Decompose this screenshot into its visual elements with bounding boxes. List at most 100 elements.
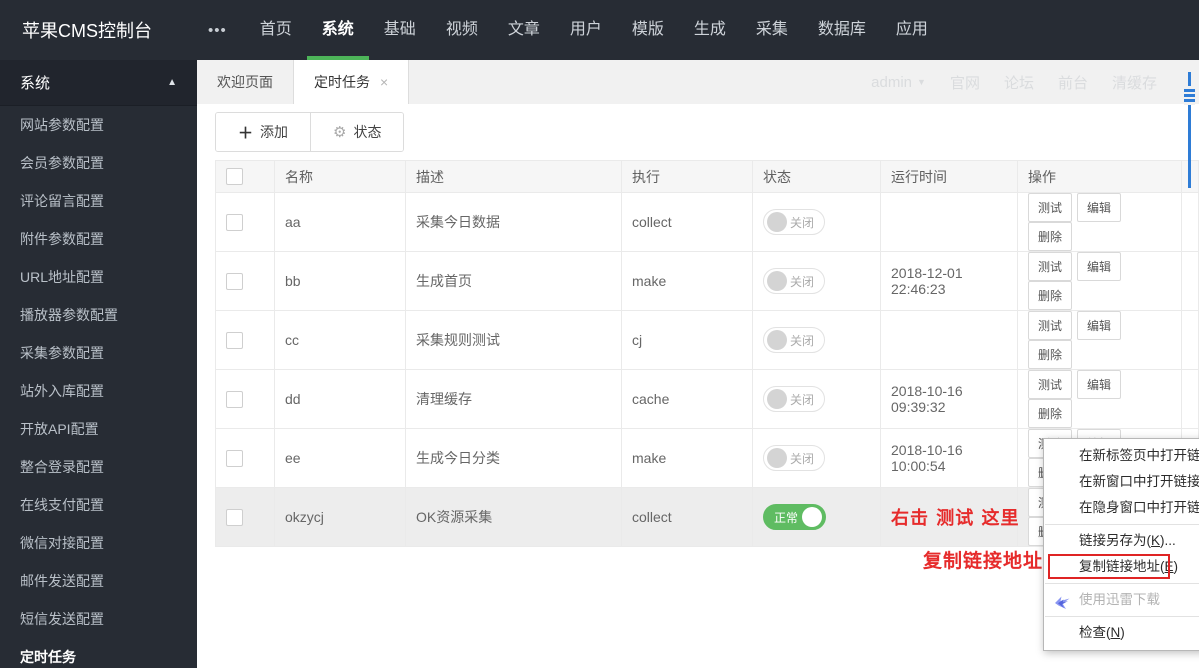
link-official-site[interactable]: 官网 xyxy=(950,72,980,93)
sidebar-section-system[interactable]: 系统 ▲ xyxy=(0,60,197,106)
status-toggle[interactable]: 关闭 xyxy=(763,386,826,412)
sidebar-section-label: 系统 xyxy=(20,75,51,92)
top-nav-item[interactable]: 采集 xyxy=(741,0,803,60)
row-checkbox[interactable] xyxy=(226,449,243,467)
add-button[interactable]: ＋ 添加 xyxy=(216,113,311,151)
menu-open-link-incognito[interactable]: 在隐身窗口中打开链接( xyxy=(1044,495,1199,521)
header-checkbox-cell xyxy=(215,160,275,193)
scrollbar-grip[interactable] xyxy=(1184,86,1195,105)
user-dropdown[interactable]: admin ▼ xyxy=(871,74,926,91)
table-row: cc 采集规则测试 cj 关闭 测试 编辑删除 xyxy=(215,310,1199,370)
column-header: 操作 xyxy=(1017,160,1182,193)
menu-thunder-download[interactable]: 使用迅雷下载 xyxy=(1044,587,1199,613)
tab-timed-tasks[interactable]: 定时任务 × xyxy=(294,60,410,104)
cell-runtime xyxy=(880,192,1018,252)
sidebar-item[interactable]: 站外入库配置 xyxy=(0,372,197,410)
link-forum[interactable]: 论坛 xyxy=(1004,72,1034,93)
sidebar-item[interactable]: 附件参数配置 xyxy=(0,220,197,258)
tab-welcome[interactable]: 欢迎页面 xyxy=(197,60,294,104)
scrollbar[interactable] xyxy=(1184,72,1195,188)
user-bar: admin ▼ 官网 论坛 前台 清缓存 xyxy=(871,60,1157,104)
delete-button[interactable]: 删除 xyxy=(1028,281,1073,310)
sidebar-item[interactable]: 开放API配置 xyxy=(0,410,197,448)
menu-open-link-new-window[interactable]: 在新窗口中打开链接(W xyxy=(1044,469,1199,495)
status-toggle[interactable]: 关闭 xyxy=(763,209,826,235)
status-toggle[interactable]: 关闭 xyxy=(763,445,826,471)
annotation-copy-link-hint: 复制链接地址 xyxy=(923,550,1044,572)
status-toggle[interactable]: 正常 xyxy=(763,504,827,530)
more-menu-icon[interactable]: ••• xyxy=(208,22,227,39)
top-nav-item[interactable]: 数据库 xyxy=(803,0,881,60)
top-nav-item[interactable]: 系统 xyxy=(306,0,369,60)
menu-inspect[interactable]: 检查(N) xyxy=(1044,620,1199,646)
top-nav-item[interactable]: 模版 xyxy=(617,0,679,60)
sidebar-item[interactable]: 播放器参数配置 xyxy=(0,296,197,334)
status-label: 关闭 xyxy=(790,215,815,230)
sidebar-item[interactable]: 网站参数配置 xyxy=(0,106,197,144)
user-links: 官网 论坛 前台 清缓存 xyxy=(950,72,1157,93)
cell-status: 关闭 xyxy=(752,192,881,252)
row-checkbox[interactable] xyxy=(226,508,243,526)
menu-open-link-new-tab[interactable]: 在新标签页中打开链接( xyxy=(1044,443,1199,469)
cell-runtime: 2018-10-16 09:39:32 xyxy=(880,369,1018,429)
cell-description: OK资源采集 xyxy=(405,487,622,547)
menu-copy-link-address[interactable]: 复制链接地址(E) xyxy=(1044,554,1199,580)
sidebar-item[interactable]: 评论留言配置 xyxy=(0,182,197,220)
sidebar-item[interactable]: 微信对接配置 xyxy=(0,524,197,562)
top-nav-item[interactable]: 基础 xyxy=(369,0,431,60)
tab-list: 欢迎页面 定时任务 × xyxy=(197,60,410,104)
sidebar-item[interactable]: 短信发送配置 xyxy=(0,600,197,638)
edit-button[interactable]: 编辑 xyxy=(1077,193,1122,222)
top-nav-item[interactable]: 视频 xyxy=(431,0,493,60)
edit-button[interactable]: 编辑 xyxy=(1077,370,1122,399)
sidebar-item[interactable]: 整合登录配置 xyxy=(0,448,197,486)
cell-name: bb xyxy=(274,251,406,311)
edit-button[interactable]: 编辑 xyxy=(1077,311,1122,340)
link-frontend[interactable]: 前台 xyxy=(1058,72,1088,93)
cell-exec: collect xyxy=(621,192,753,252)
username: admin xyxy=(871,73,913,91)
table-row: aa 采集今日数据 collect 关闭 测试 编辑删除 xyxy=(215,192,1199,252)
row-checkbox[interactable] xyxy=(226,331,243,349)
delete-button[interactable]: 删除 xyxy=(1028,222,1073,251)
sidebar-item[interactable]: 邮件发送配置 xyxy=(0,562,197,600)
delete-button[interactable]: 删除 xyxy=(1028,399,1073,428)
test-button[interactable]: 测试 xyxy=(1028,252,1073,281)
top-nav-item[interactable]: 应用 xyxy=(881,0,943,60)
cell-name: aa xyxy=(274,192,406,252)
top-nav-item[interactable]: 用户 xyxy=(555,0,617,60)
sidebar-item[interactable]: 会员参数配置 xyxy=(0,144,197,182)
row-checkbox[interactable] xyxy=(226,390,243,408)
status-button-label: 状态 xyxy=(353,124,382,140)
context-menu-separator xyxy=(1045,524,1199,525)
cell-description: 清理缓存 xyxy=(405,369,622,429)
cell-actions: 测试编辑删除 xyxy=(1017,369,1182,429)
select-all-checkbox[interactable] xyxy=(226,168,243,186)
status-toggle[interactable]: 关闭 xyxy=(763,268,826,294)
sidebar-item[interactable]: 采集参数配置 xyxy=(0,334,197,372)
edit-button[interactable]: 编辑 xyxy=(1077,252,1122,281)
table-row: bb 生成首页 make 关闭 2018-12-01 22:46:23 测试 编辑删除 xyxy=(215,251,1199,311)
delete-button[interactable]: 删除 xyxy=(1028,340,1073,369)
link-clear-cache[interactable]: 清缓存 xyxy=(1112,72,1157,93)
status-button[interactable]: ⚙ 状态 xyxy=(310,113,404,151)
test-button[interactable]: 测试 xyxy=(1028,311,1073,340)
status-toggle[interactable]: 关闭 xyxy=(763,327,826,353)
tab-welcome-label: 欢迎页面 xyxy=(217,74,273,90)
menu-save-link-as[interactable]: 链接另存为(K)... xyxy=(1044,528,1199,554)
sidebar-item[interactable]: 在线支付配置 xyxy=(0,486,197,524)
test-button[interactable]: 测试 xyxy=(1028,193,1073,222)
thunder-icon xyxy=(1055,593,1071,609)
sidebar-item[interactable]: 定时任务 xyxy=(0,638,197,668)
top-nav-menu: 首页 系统 基础 视频 文章 用户 模版 生成 采集 数据库 应用 xyxy=(245,0,943,60)
close-icon[interactable]: × xyxy=(380,74,388,90)
top-nav-item[interactable]: 生成 xyxy=(679,0,741,60)
row-checkbox[interactable] xyxy=(226,213,243,231)
test-button[interactable]: 测试 xyxy=(1028,370,1073,399)
sidebar-item[interactable]: URL地址配置 xyxy=(0,258,197,296)
cell-name: okzycj xyxy=(274,487,406,547)
plus-icon: ＋ xyxy=(238,124,254,142)
row-checkbox[interactable] xyxy=(226,272,243,290)
top-nav-item[interactable]: 文章 xyxy=(493,0,555,60)
top-nav-item[interactable]: 首页 xyxy=(245,0,307,60)
